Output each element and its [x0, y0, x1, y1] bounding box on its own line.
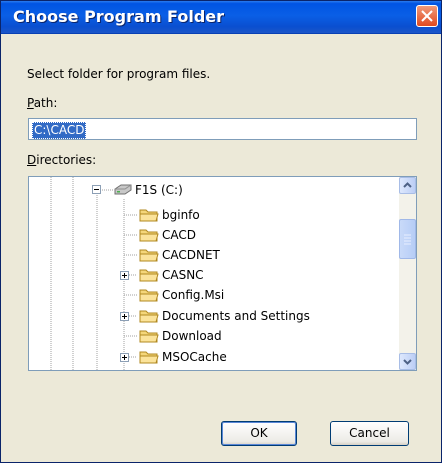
documents-expand-toggle[interactable]	[120, 312, 129, 321]
folder-icon	[139, 249, 159, 262]
folder-icon	[139, 289, 159, 302]
tree-item-download[interactable]: Download	[162, 326, 222, 346]
title-bar[interactable]: Choose Program Folder	[1, 1, 441, 34]
path-value: C:\CACD	[32, 122, 87, 139]
tree-item-casnc[interactable]: CASNC	[162, 265, 204, 285]
ok-button[interactable]: OK	[221, 421, 297, 446]
path-input[interactable]: C:\CACD	[28, 118, 417, 140]
folder-icon	[139, 310, 159, 323]
chevron-up-icon	[403, 182, 412, 188]
casnc-expand-toggle[interactable]	[120, 271, 129, 280]
folder-icon	[139, 269, 159, 282]
tree-item-msocache[interactable]: MSOCache	[162, 347, 227, 367]
dialog-title: Choose Program Folder	[13, 7, 225, 26]
msocache-expand-toggle[interactable]	[120, 353, 129, 362]
tree-item-config-msi[interactable]: Config.Msi	[162, 285, 224, 305]
hard-drive-icon	[114, 184, 132, 195]
scroll-up-button[interactable]	[399, 177, 416, 194]
folder-icon	[139, 229, 159, 242]
vertical-scrollbar[interactable]	[399, 177, 416, 370]
grip-icon	[404, 234, 411, 245]
tree-item-cacd[interactable]: CACD	[162, 225, 196, 245]
tree-item-bginfo[interactable]: bginfo	[162, 205, 200, 225]
scroll-down-button[interactable]	[399, 353, 416, 370]
tree-item-cacdnet[interactable]: CACDNET	[162, 245, 220, 265]
choose-program-folder-dialog: Choose Program Folder Select folder for …	[0, 0, 442, 463]
chevron-down-icon	[403, 359, 412, 365]
folder-icon	[139, 351, 159, 364]
directories-label: Directories:	[27, 153, 97, 167]
scroll-thumb[interactable]	[399, 219, 416, 259]
cancel-button[interactable]: Cancel	[330, 421, 409, 446]
drive-collapse-toggle[interactable]	[92, 185, 101, 194]
instructions-text: Select folder for program files.	[27, 67, 211, 81]
tree-item-documents-and-settings[interactable]: Documents and Settings	[162, 306, 310, 326]
directory-tree[interactable]: F1S (C:) bginfo CACD CACDNET CASNC Confi…	[28, 176, 417, 371]
folder-icon	[139, 330, 159, 343]
path-label: Path:	[27, 96, 58, 110]
tree-item-drive[interactable]: F1S (C:)	[135, 180, 183, 200]
folder-icon	[139, 209, 159, 222]
close-icon	[421, 10, 433, 22]
close-button[interactable]	[416, 5, 438, 27]
